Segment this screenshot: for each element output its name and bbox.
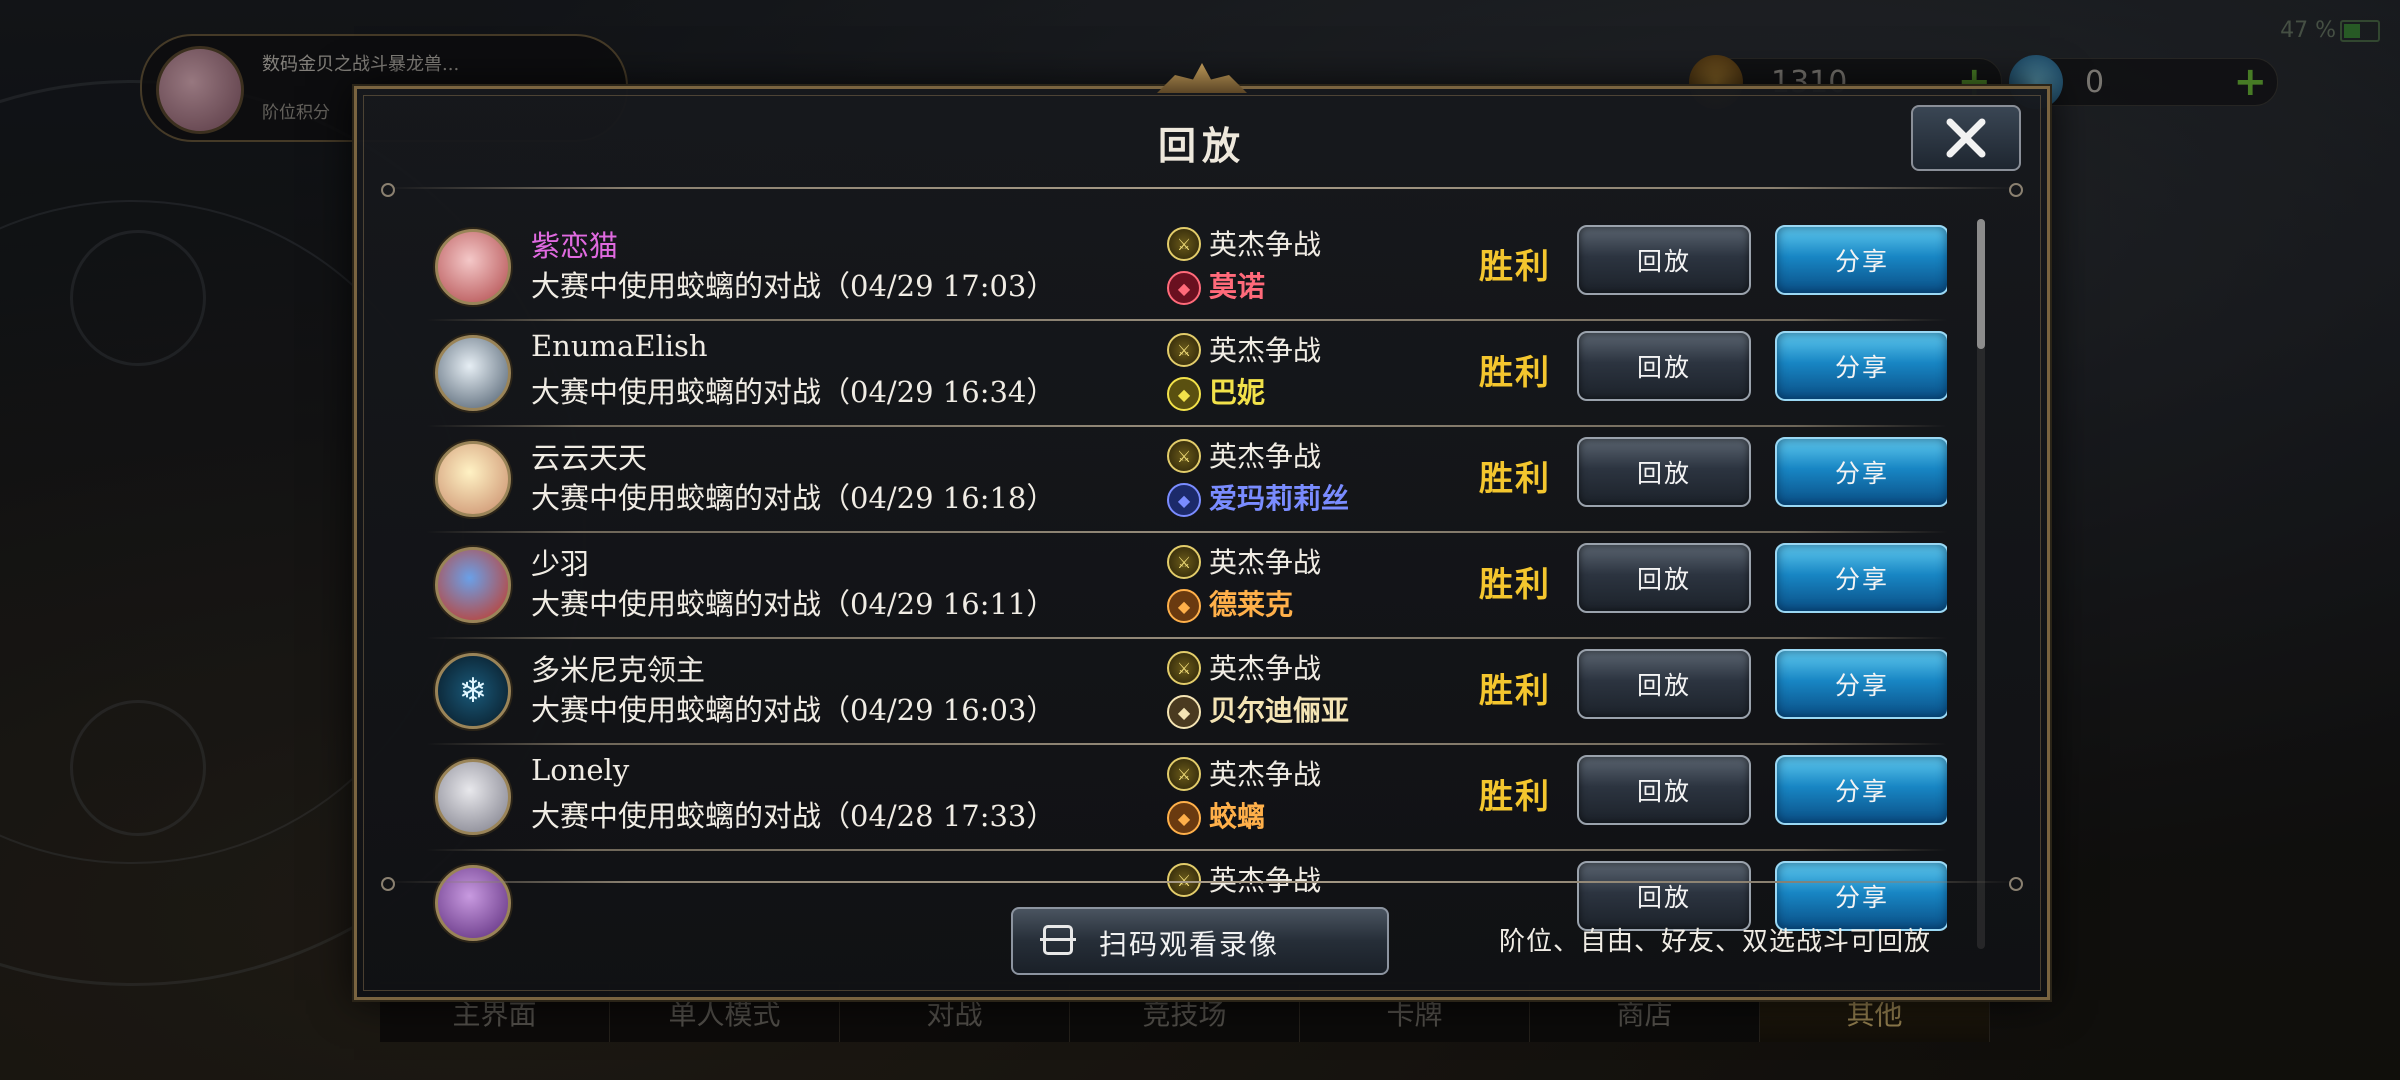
player-avatar — [435, 547, 511, 623]
list-scrollbar[interactable] — [1977, 219, 1985, 949]
match-result: 胜利 — [1479, 671, 1551, 711]
match-description: 大赛中使用蛟螭的对战（04/29 16:18） — [531, 481, 1056, 515]
replay-button[interactable]: 回放 — [1577, 331, 1751, 401]
leader-name: 爱玛莉莉丝 — [1209, 482, 1350, 515]
match-result: 胜利 — [1479, 353, 1551, 393]
replay-row: 紫恋猫 大赛中使用蛟螭的对战（04/29 17:03） ⚔ 英杰争战 ◆ 莫诺 … — [427, 215, 1947, 321]
replay-availability-note: 阶位、自由、好友、双选战斗可回放 — [1499, 927, 1932, 957]
title-divider — [381, 183, 2023, 197]
replay-button[interactable]: 回放 — [1577, 755, 1751, 825]
player-name: Lonely — [531, 753, 630, 787]
player-avatar — [435, 865, 511, 941]
game-screen: 数码金贝之战斗暴龙兽... 阶位积分 1310 + 0 + 47 % 主界面 单… — [0, 0, 2400, 1080]
crossed-swords-icon: ⚔ — [1167, 333, 1201, 367]
replay-dialog: 回放 紫恋猫 大赛中使用蛟螭的对战（04/29 17:03） ⚔ 英杰争战 ◆ … — [354, 63, 2050, 1000]
player-avatar — [435, 759, 511, 835]
share-button[interactable]: 分享 — [1775, 331, 1947, 401]
scan-icon — [1040, 925, 1076, 955]
crossed-swords-icon: ⚔ — [1167, 545, 1201, 579]
leader-name: 巴妮 — [1209, 376, 1266, 409]
match-description: 大赛中使用蛟螭的对战（04/29 16:03） — [531, 693, 1056, 727]
game-mode-label: 英杰争战 — [1209, 228, 1322, 261]
game-mode-label: 英杰争战 — [1209, 652, 1322, 685]
game-mode-label: 英杰争战 — [1209, 440, 1322, 473]
match-description: 大赛中使用蛟螭的对战（04/28 17:33） — [531, 799, 1056, 833]
player-name: 云云天天 — [531, 441, 648, 475]
leader-class-icon: ◆ — [1167, 377, 1201, 411]
player-name: 紫恋猫 — [531, 229, 619, 263]
leader-class-icon: ◆ — [1167, 801, 1201, 835]
replay-button[interactable]: 回放 — [1577, 649, 1751, 719]
leader-class-icon: ◆ — [1167, 271, 1201, 305]
game-mode-label: 英杰争战 — [1209, 864, 1322, 897]
crossed-swords-icon: ⚔ — [1167, 651, 1201, 685]
replay-button[interactable]: 回放 — [1577, 543, 1751, 613]
share-button[interactable]: 分享 — [1775, 437, 1947, 507]
replay-row: 云云天天 大赛中使用蛟螭的对战（04/29 16:18） ⚔ 英杰争战 ◆ 爱玛… — [427, 427, 1947, 533]
match-result: 胜利 — [1479, 777, 1551, 817]
match-description: 大赛中使用蛟螭的对战（04/29 16:11） — [531, 587, 1056, 621]
leader-class-icon: ◆ — [1167, 695, 1201, 729]
replay-button[interactable]: 回放 — [1577, 437, 1751, 507]
crossed-swords-icon: ⚔ — [1167, 757, 1201, 791]
replay-row: ❄ 多米尼克领主 大赛中使用蛟螭的对战（04/29 16:03） ⚔ 英杰争战 … — [427, 639, 1947, 745]
leader-name: 莫诺 — [1209, 270, 1266, 303]
match-result: 胜利 — [1479, 459, 1551, 499]
player-name: 少羽 — [531, 547, 590, 581]
share-button[interactable]: 分享 — [1775, 755, 1947, 825]
player-avatar — [435, 335, 511, 411]
player-name: EnumaElish — [531, 329, 708, 363]
leader-name: 贝尔迪俪亚 — [1209, 694, 1350, 727]
leader-class-icon: ◆ — [1167, 589, 1201, 623]
crossed-swords-icon: ⚔ — [1167, 863, 1201, 897]
share-button[interactable]: 分享 — [1775, 225, 1947, 295]
snowflake-icon: ❄ — [458, 671, 488, 711]
share-button[interactable]: 分享 — [1775, 543, 1947, 613]
match-description: 大赛中使用蛟螭的对战（04/29 16:34） — [531, 375, 1056, 409]
dialog-title: 回放 — [1157, 123, 1246, 168]
player-avatar — [435, 441, 511, 517]
leader-class-icon: ◆ — [1167, 483, 1201, 517]
replay-button[interactable]: 回放 — [1577, 225, 1751, 295]
replay-row: EnumaElish 大赛中使用蛟螭的对战（04/29 16:34） ⚔ 英杰争… — [427, 321, 1947, 427]
game-mode-label: 英杰争战 — [1209, 758, 1322, 791]
scan-code-label: 扫码观看录像 — [1099, 928, 1280, 961]
share-button[interactable]: 分享 — [1775, 649, 1947, 719]
crossed-swords-icon: ⚔ — [1167, 439, 1201, 473]
game-mode-label: 英杰争战 — [1209, 546, 1322, 579]
close-button[interactable] — [1911, 105, 2021, 171]
player-avatar: ❄ — [435, 653, 511, 729]
footer-divider — [381, 877, 2023, 891]
leader-name: 蛟螭 — [1209, 800, 1266, 833]
match-result: 胜利 — [1479, 247, 1551, 287]
leader-name: 德莱克 — [1209, 588, 1294, 621]
scan-code-watch-button[interactable]: 扫码观看录像 — [1011, 907, 1389, 975]
replay-list[interactable]: 紫恋猫 大赛中使用蛟螭的对战（04/29 17:03） ⚔ 英杰争战 ◆ 莫诺 … — [427, 215, 1947, 953]
replay-row: Lonely 大赛中使用蛟螭的对战（04/28 17:33） ⚔ 英杰争战 ◆ … — [427, 745, 1947, 851]
close-icon — [1946, 118, 1986, 158]
crossed-swords-icon: ⚔ — [1167, 227, 1201, 261]
scrollbar-thumb[interactable] — [1977, 219, 1985, 349]
match-result: 胜利 — [1479, 565, 1551, 605]
player-avatar — [435, 229, 511, 305]
game-mode-label: 英杰争战 — [1209, 334, 1322, 367]
replay-row: 少羽 大赛中使用蛟螭的对战（04/29 16:11） ⚔ 英杰争战 ◆ 德莱克 … — [427, 533, 1947, 639]
match-description: 大赛中使用蛟螭的对战（04/29 17:03） — [531, 269, 1056, 303]
player-name: 多米尼克领主 — [531, 653, 706, 687]
